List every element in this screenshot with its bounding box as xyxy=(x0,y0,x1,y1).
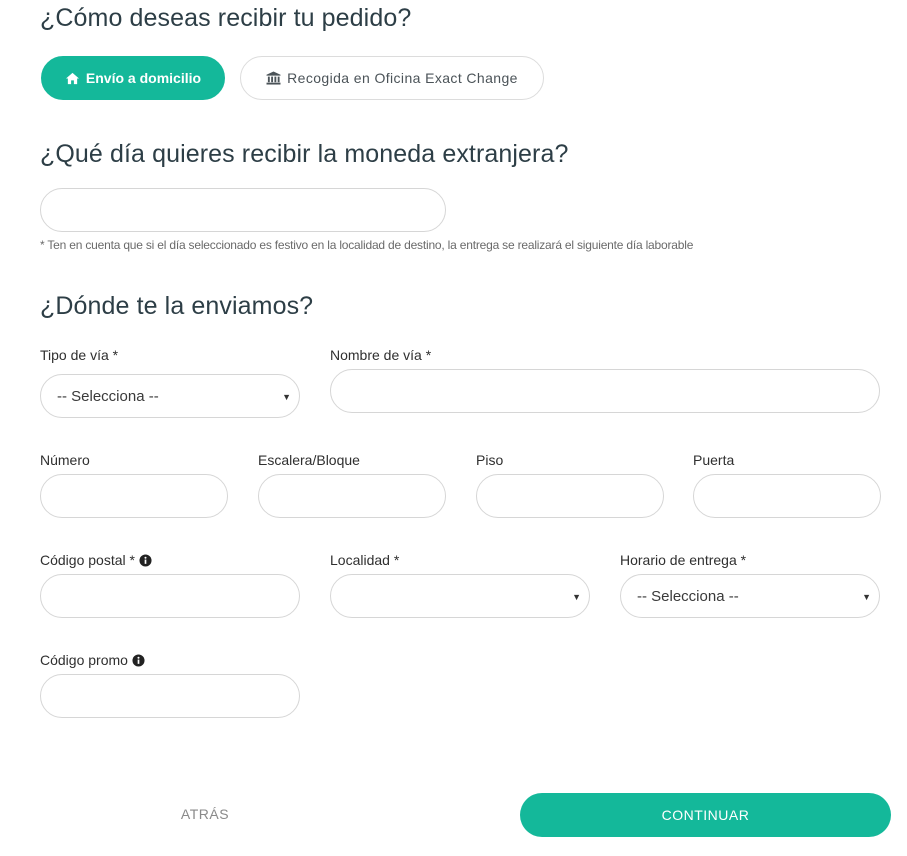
office-pickup-button[interactable]: Recogida en Oficina Exact Change xyxy=(240,56,544,100)
caret-down-icon: ▼ xyxy=(862,592,871,602)
puerta-input[interactable] xyxy=(693,474,881,518)
nombre-via-label: Nombre de vía * xyxy=(330,347,432,363)
info-icon[interactable] xyxy=(132,653,145,667)
escalera-input[interactable] xyxy=(258,474,446,518)
tipo-via-select[interactable]: -- Selecciona -- ▼ xyxy=(40,374,300,418)
home-icon xyxy=(65,72,80,85)
delivery-heading: ¿Cómo deseas recibir tu pedido? xyxy=(40,4,412,32)
date-input[interactable] xyxy=(40,188,446,232)
piso-label: Piso xyxy=(476,452,504,468)
localidad-select[interactable]: ▼ xyxy=(330,574,590,618)
piso-input[interactable] xyxy=(476,474,664,518)
puerta-label: Puerta xyxy=(693,452,735,468)
codigo-promo-label-row: Código promo xyxy=(40,652,145,668)
horario-select[interactable]: -- Selecciona -- ▼ xyxy=(620,574,880,618)
tipo-via-label: Tipo de vía * xyxy=(40,347,119,363)
date-heading: ¿Qué día quieres recibir la moneda extra… xyxy=(40,140,569,168)
codigo-postal-label-row: Código postal * xyxy=(40,552,152,568)
escalera-label: Escalera/Bloque xyxy=(258,452,360,468)
office-pickup-label: Recogida en Oficina Exact Change xyxy=(287,70,518,86)
bank-icon xyxy=(266,71,281,85)
home-delivery-button[interactable]: Envío a domicilio xyxy=(41,56,225,100)
back-button[interactable]: ATRÁS xyxy=(150,796,260,832)
caret-down-icon: ▼ xyxy=(572,592,581,602)
holiday-note: * Ten en cuenta que si el día selecciona… xyxy=(40,238,694,252)
info-icon[interactable] xyxy=(139,553,152,567)
caret-down-icon: ▼ xyxy=(282,392,291,402)
nombre-via-input[interactable] xyxy=(330,369,880,413)
tipo-via-value: -- Selecciona -- xyxy=(57,387,159,405)
localidad-label: Localidad * xyxy=(330,552,400,568)
codigo-postal-label: Código postal * xyxy=(40,552,135,568)
codigo-promo-label: Código promo xyxy=(40,652,128,668)
horario-value: -- Selecciona -- xyxy=(637,587,739,605)
numero-input[interactable] xyxy=(40,474,228,518)
codigo-promo-input[interactable] xyxy=(40,674,300,718)
continue-button[interactable]: CONTINUAR xyxy=(520,793,891,837)
address-heading: ¿Dónde te la enviamos? xyxy=(40,292,314,320)
home-delivery-label: Envío a domicilio xyxy=(85,70,202,86)
numero-label: Número xyxy=(40,452,90,468)
horario-label: Horario de entrega * xyxy=(620,552,747,568)
codigo-postal-input[interactable] xyxy=(40,574,300,618)
